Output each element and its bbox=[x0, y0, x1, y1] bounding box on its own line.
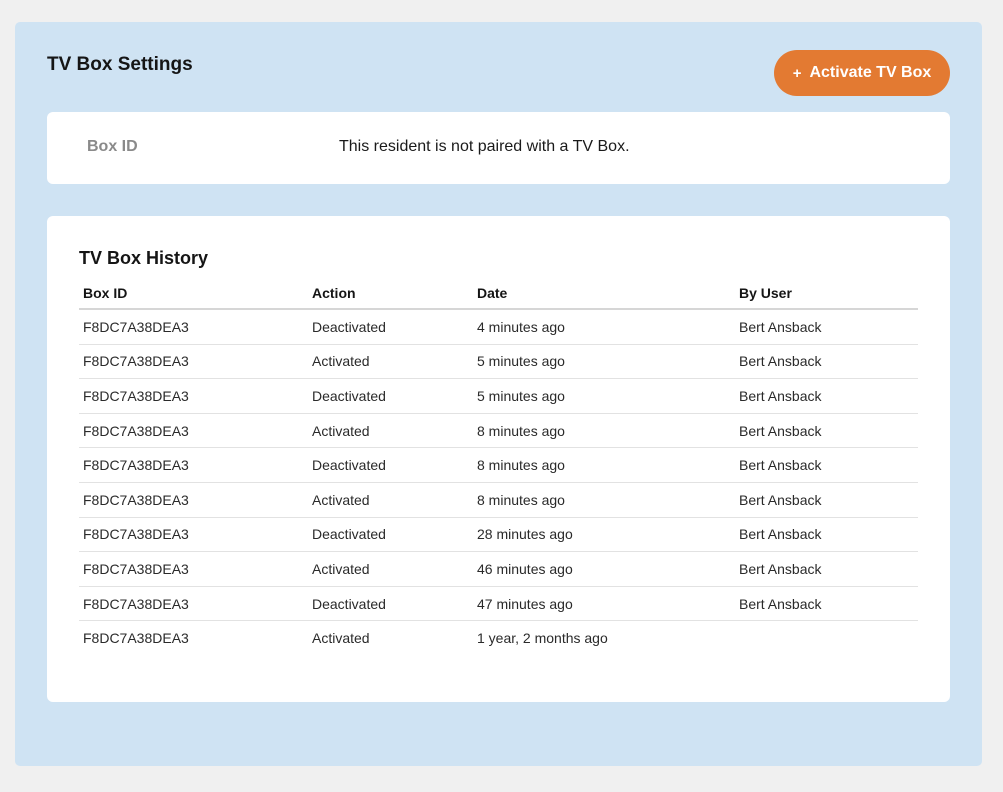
cell-box-id: F8DC7A38DEA3 bbox=[79, 551, 308, 587]
activate-tv-box-label: Activate TV Box bbox=[809, 64, 932, 81]
panel-title: TV Box Settings bbox=[47, 54, 193, 75]
cell-date: 5 minutes ago bbox=[473, 344, 735, 380]
cell-action: Activated bbox=[312, 630, 370, 647]
cell-user: Bert Ansback bbox=[735, 551, 918, 587]
cell-action: Activated bbox=[308, 482, 473, 518]
table-row: F8DC7A38DEA3 Activated 1 year, 2 months … bbox=[79, 621, 918, 655]
cell-action: Activated bbox=[308, 551, 473, 587]
cell-box-id: F8DC7A38DEA3 bbox=[79, 482, 308, 518]
cell-date: 4 minutes ago bbox=[473, 309, 735, 345]
cell-box-id: F8DC7A38DEA3 bbox=[79, 344, 308, 380]
cell-user: Bert Ansback bbox=[735, 309, 918, 345]
cell-action: Deactivated bbox=[308, 517, 473, 553]
cell-box-id: F8DC7A38DEA3 bbox=[83, 630, 189, 647]
cell-date: 8 minutes ago bbox=[473, 447, 735, 483]
table-row: F8DC7A38DEA3 Deactivated 28 minutes ago … bbox=[79, 517, 918, 553]
cell-action: Activated bbox=[308, 413, 473, 449]
cell-date: 1 year, 2 months ago bbox=[477, 630, 608, 647]
cell-date: 47 minutes ago bbox=[473, 586, 735, 622]
history-header-row: Box ID Action Date By User bbox=[79, 278, 918, 310]
cell-action: Activated bbox=[308, 344, 473, 380]
column-header-date: Date bbox=[473, 278, 735, 310]
cell-date: 46 minutes ago bbox=[473, 551, 735, 587]
cell-box-id: F8DC7A38DEA3 bbox=[79, 517, 308, 553]
cell-box-id: F8DC7A38DEA3 bbox=[79, 378, 308, 414]
table-row: F8DC7A38DEA3 Deactivated 4 minutes ago B… bbox=[79, 309, 918, 345]
box-id-label: Box ID bbox=[87, 138, 138, 155]
cell-box-id: F8DC7A38DEA3 bbox=[79, 447, 308, 483]
column-header-action: Action bbox=[308, 278, 473, 310]
cell-user bbox=[735, 621, 918, 655]
cell-box-id: F8DC7A38DEA3 bbox=[79, 413, 308, 449]
table-row: F8DC7A38DEA3 Activated 5 minutes ago Ber… bbox=[79, 344, 918, 380]
cell-user: Bert Ansback bbox=[735, 378, 918, 414]
tv-box-history-card: TV Box History Box ID Action Date By Use… bbox=[47, 216, 950, 702]
cell-box-id: F8DC7A38DEA3 bbox=[79, 309, 308, 345]
history-title: TV Box History bbox=[79, 248, 209, 268]
cell-action: Deactivated bbox=[308, 309, 473, 345]
cell-action: Deactivated bbox=[308, 378, 473, 414]
column-header-box-id: Box ID bbox=[79, 278, 308, 310]
table-row: F8DC7A38DEA3 Deactivated 47 minutes ago … bbox=[79, 586, 918, 622]
cell-date: 5 minutes ago bbox=[473, 378, 735, 414]
table-row: F8DC7A38DEA3 Deactivated 5 minutes ago B… bbox=[79, 378, 918, 414]
table-row: F8DC7A38DEA3 Activated 46 minutes ago Be… bbox=[79, 551, 918, 587]
cell-date: 8 minutes ago bbox=[473, 413, 735, 449]
cell-box-id: F8DC7A38DEA3 bbox=[79, 586, 308, 622]
cell-user: Bert Ansback bbox=[735, 447, 918, 483]
plus-icon: + bbox=[792, 64, 802, 82]
cell-action: Deactivated bbox=[308, 447, 473, 483]
tv-box-settings-panel: TV Box Settings + Activate TV Box Box ID… bbox=[15, 22, 982, 766]
cell-user: Bert Ansback bbox=[735, 482, 918, 518]
cell-date: 28 minutes ago bbox=[473, 517, 735, 553]
table-row: F8DC7A38DEA3 Activated 8 minutes ago Ber… bbox=[79, 413, 918, 449]
cell-user: Bert Ansback bbox=[735, 413, 918, 449]
history-table: Box ID Action Date By User F8DC7A38DEA3 … bbox=[79, 278, 918, 655]
cell-user: Bert Ansback bbox=[735, 586, 918, 622]
table-row: F8DC7A38DEA3 Activated 8 minutes ago Ber… bbox=[79, 482, 918, 518]
cell-user: Bert Ansback bbox=[735, 344, 918, 380]
cell-user: Bert Ansback bbox=[735, 517, 918, 553]
box-id-card: Box ID This resident is not paired with … bbox=[47, 112, 950, 184]
cell-date: 8 minutes ago bbox=[473, 482, 735, 518]
cell-action: Deactivated bbox=[308, 586, 473, 622]
box-id-value: This resident is not paired with a TV Bo… bbox=[339, 138, 630, 155]
activate-tv-box-button[interactable]: + Activate TV Box bbox=[774, 50, 950, 96]
table-row: F8DC7A38DEA3 Deactivated 8 minutes ago B… bbox=[79, 447, 918, 483]
column-header-by-user: By User bbox=[735, 278, 918, 310]
